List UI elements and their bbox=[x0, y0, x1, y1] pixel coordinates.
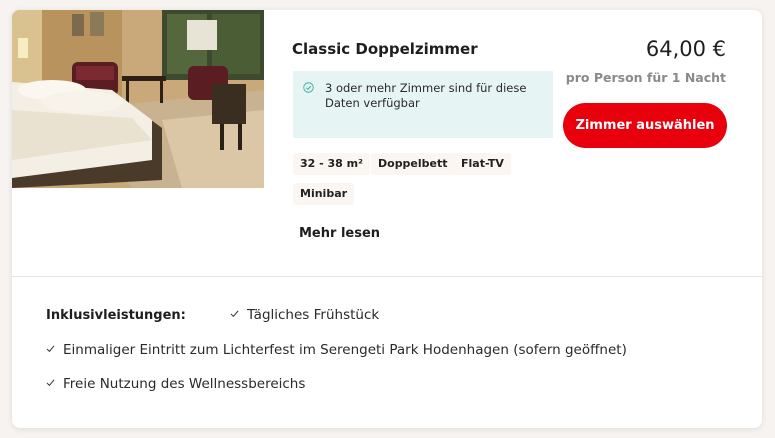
inclusions-label: Inklusivleistungen: bbox=[46, 308, 186, 323]
room-price: 64,00 € bbox=[645, 37, 726, 61]
read-more-link[interactable]: Mehr lesen bbox=[299, 226, 380, 241]
room-offer-card: Classic Doppelzimmer 3 oder mehr Zimmer … bbox=[12, 10, 762, 428]
checkmark-icon bbox=[230, 309, 239, 317]
checkmark-icon bbox=[46, 344, 55, 352]
feature-tag-tv: Flat-TV bbox=[454, 153, 511, 175]
select-room-button[interactable]: Zimmer auswählen bbox=[563, 103, 727, 148]
availability-notice: 3 oder mehr Zimmer sind für diese Daten … bbox=[293, 71, 553, 138]
inclusion-item: Freie Nutzung des Wellnessbereichs bbox=[46, 376, 305, 392]
availability-text: 3 oder mehr Zimmer sind für diese Daten … bbox=[325, 81, 527, 110]
room-title: Classic Doppelzimmer bbox=[292, 40, 478, 58]
feature-tag-size: 32 - 38 m² bbox=[293, 153, 370, 175]
price-basis: pro Person für 1 Nacht bbox=[565, 70, 726, 85]
room-photo[interactable] bbox=[12, 10, 264, 188]
feature-tag-bed: Doppelbett bbox=[371, 153, 455, 175]
check-circle-icon bbox=[303, 82, 314, 93]
checkmark-icon bbox=[46, 378, 55, 386]
inclusion-item: Einmaliger Eintritt zum Lichterfest im S… bbox=[46, 342, 627, 358]
inclusion-item: Tägliches Frühstück bbox=[230, 307, 379, 323]
inclusion-text: Tägliches Frühstück bbox=[247, 307, 380, 323]
divider bbox=[12, 276, 762, 277]
inclusion-text: Einmaliger Eintritt zum Lichterfest im S… bbox=[63, 342, 627, 358]
feature-tag-minibar: Minibar bbox=[293, 183, 355, 205]
inclusion-text: Freie Nutzung des Wellnessbereichs bbox=[63, 376, 306, 392]
